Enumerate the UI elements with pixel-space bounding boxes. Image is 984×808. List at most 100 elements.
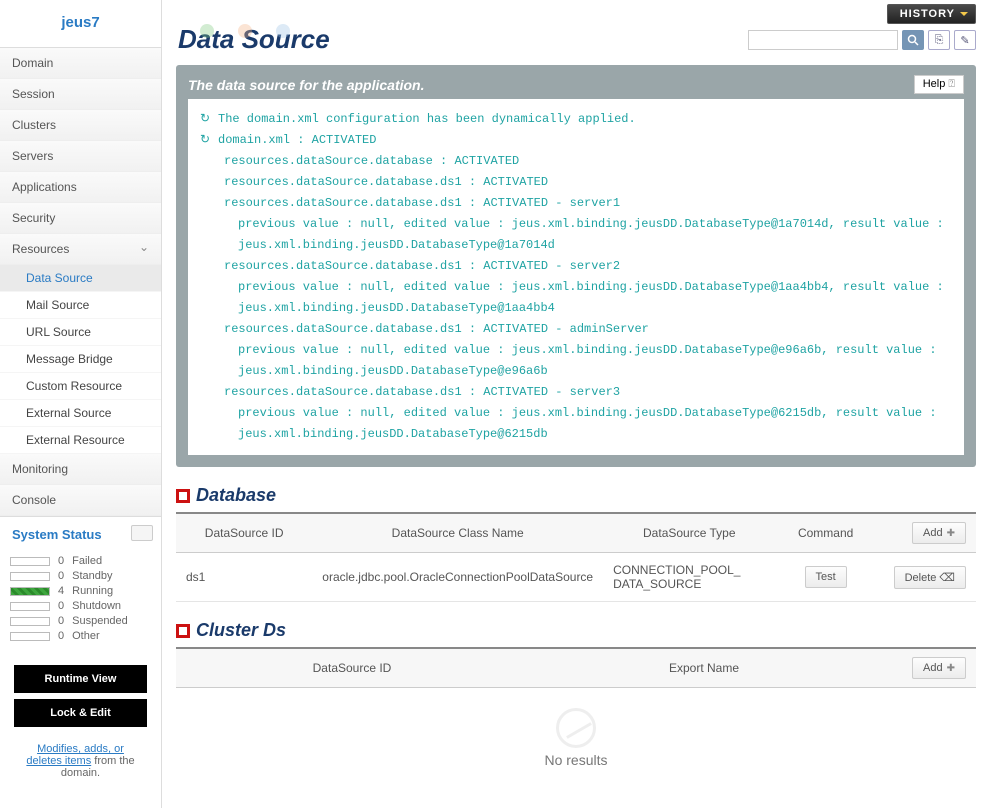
status-label: Suspended [72,615,128,627]
nav-monitoring[interactable]: Monitoring [0,454,161,485]
nav-domain[interactable]: Domain [0,48,161,79]
nav-clusters[interactable]: Clusters [0,110,161,141]
square-icon [176,624,190,638]
database-section-title: Database [176,485,976,506]
status-row: 4 Running [10,585,151,597]
status-count: 0 [58,570,64,582]
sub-custom-resource[interactable]: Custom Resource [0,373,161,400]
status-bar [10,632,50,641]
status-bar [10,572,50,581]
log-line: resources.dataSource.database.ds1 : ACTI… [200,193,952,214]
nav-resources[interactable]: Resources [0,234,161,265]
db-cell-id[interactable]: ds1 [176,553,312,602]
table-row: ds1 oracle.jdbc.pool.OracleConnectionPoo… [176,553,976,602]
log-body: ↻The domain.xml configuration has been d… [188,99,964,455]
main: HISTORY Data Source ⎘ ✎ Help The data so… [162,0,984,808]
log-line: resources.dataSource.database.ds1 : ACTI… [200,256,952,277]
status-row: 0 Failed [10,555,151,567]
sub-url-source[interactable]: URL Source [0,319,161,346]
cl-th-add: Add✚ [880,648,976,688]
refresh-icon: ↻ [200,109,214,130]
cluster-table: DataSource ID Export Name Add✚ [176,647,976,688]
status-bar [10,587,50,596]
search-button[interactable] [902,30,924,50]
nav-security[interactable]: Security [0,203,161,234]
sub-external-source[interactable]: External Source [0,400,161,427]
status-count: 0 [58,615,64,627]
cl-th-export: Export Name [528,648,880,688]
db-cell-del: Delete ⌫ [876,553,976,602]
deco-dots [200,24,290,38]
db-th-add: Add✚ [876,513,976,553]
status-row: 0 Shutdown [10,600,151,612]
cl-th-id: DataSource ID [176,648,528,688]
db-th-cmd: Command [775,513,875,553]
system-status-label: System Status [12,527,102,542]
system-status-icon[interactable] [131,525,153,541]
sub-message-bridge[interactable]: Message Bridge [0,346,161,373]
history-button[interactable]: HISTORY [887,4,976,24]
database-table: DataSource ID DataSource Class Name Data… [176,512,976,602]
log-line: resources.dataSource.database : ACTIVATE… [200,151,952,172]
system-status-title: System Status [0,516,161,548]
refresh-icon: ↻ [200,130,214,151]
log-line: previous value : null, edited value : je… [200,340,952,382]
help-button[interactable]: Help [914,75,964,94]
runtime-view-button[interactable]: Runtime View [14,665,147,693]
status-bar [10,617,50,626]
brand-link[interactable]: jeus7 [61,14,99,31]
log-line: previous value : null, edited value : je… [200,403,952,445]
status-count: 0 [58,600,64,612]
status-row: 0 Suspended [10,615,151,627]
lock-edit-button[interactable]: Lock & Edit [14,699,147,727]
database-title-text: Database [196,485,276,506]
system-status-list: 0 Failed 0 Standby 4 Running 0 Shutdown … [0,548,161,657]
info-panel-header: The data source for the application. [188,77,964,93]
status-label: Standby [72,570,112,582]
modify-note: Modifies, adds, or deletes items from th… [0,741,161,791]
db-cell-type: CONNECTION_POOL_​DATA_SOURCE [603,553,775,602]
db-cell-cmd: Test [775,553,875,602]
search-input[interactable] [748,30,898,50]
status-bar [10,557,50,566]
sidebar-buttons: Runtime View Lock & Edit [0,657,161,741]
search-row: ⎘ ✎ [748,30,976,50]
sub-mail-source[interactable]: Mail Source [0,292,161,319]
sub-external-resource[interactable]: External Resource [0,427,161,454]
status-label: Other [72,630,100,642]
sub-data-source[interactable]: Data Source [0,265,161,292]
status-row: 0 Other [10,630,151,642]
status-row: 0 Standby [10,570,151,582]
log-line: previous value : null, edited value : je… [200,214,952,256]
status-bar [10,602,50,611]
export-button[interactable]: ⎘ [928,30,950,50]
xml-button[interactable]: ✎ [954,30,976,50]
db-test-button[interactable]: Test [805,566,847,588]
topbar: HISTORY [176,0,976,24]
db-cell-class: oracle.jdbc.pool.OracleConnectionPoolDat… [312,553,603,602]
log-line: previous value : null, edited value : je… [200,277,952,319]
db-add-button[interactable]: Add✚ [912,522,966,544]
db-th-id: DataSource ID [176,513,312,553]
cluster-no-results: No results [176,688,976,788]
no-results-text: No results [176,752,976,768]
status-label: Running [72,585,113,597]
status-label: Shutdown [72,600,121,612]
nav-applications[interactable]: Applications [0,172,161,203]
nav-session[interactable]: Session [0,79,161,110]
nav-console[interactable]: Console [0,485,161,516]
log-line: resources.dataSource.database.ds1 : ACTI… [200,172,952,193]
brand: jeus7 [0,0,161,48]
db-th-type: DataSource Type [603,513,775,553]
log-line: ↻The domain.xml configuration has been d… [200,109,952,130]
cluster-section-title: Cluster Ds [176,620,976,641]
status-count: 0 [58,630,64,642]
db-delete-button[interactable]: Delete ⌫ [894,566,966,589]
log-line: resources.dataSource.database.ds1 : ACTI… [200,382,952,403]
cl-add-button[interactable]: Add✚ [912,657,966,679]
no-results-icon [556,708,596,748]
log-line: ↻domain.xml : ACTIVATED [200,130,952,151]
db-th-class: DataSource Class Name [312,513,603,553]
nav-servers[interactable]: Servers [0,141,161,172]
square-icon [176,489,190,503]
